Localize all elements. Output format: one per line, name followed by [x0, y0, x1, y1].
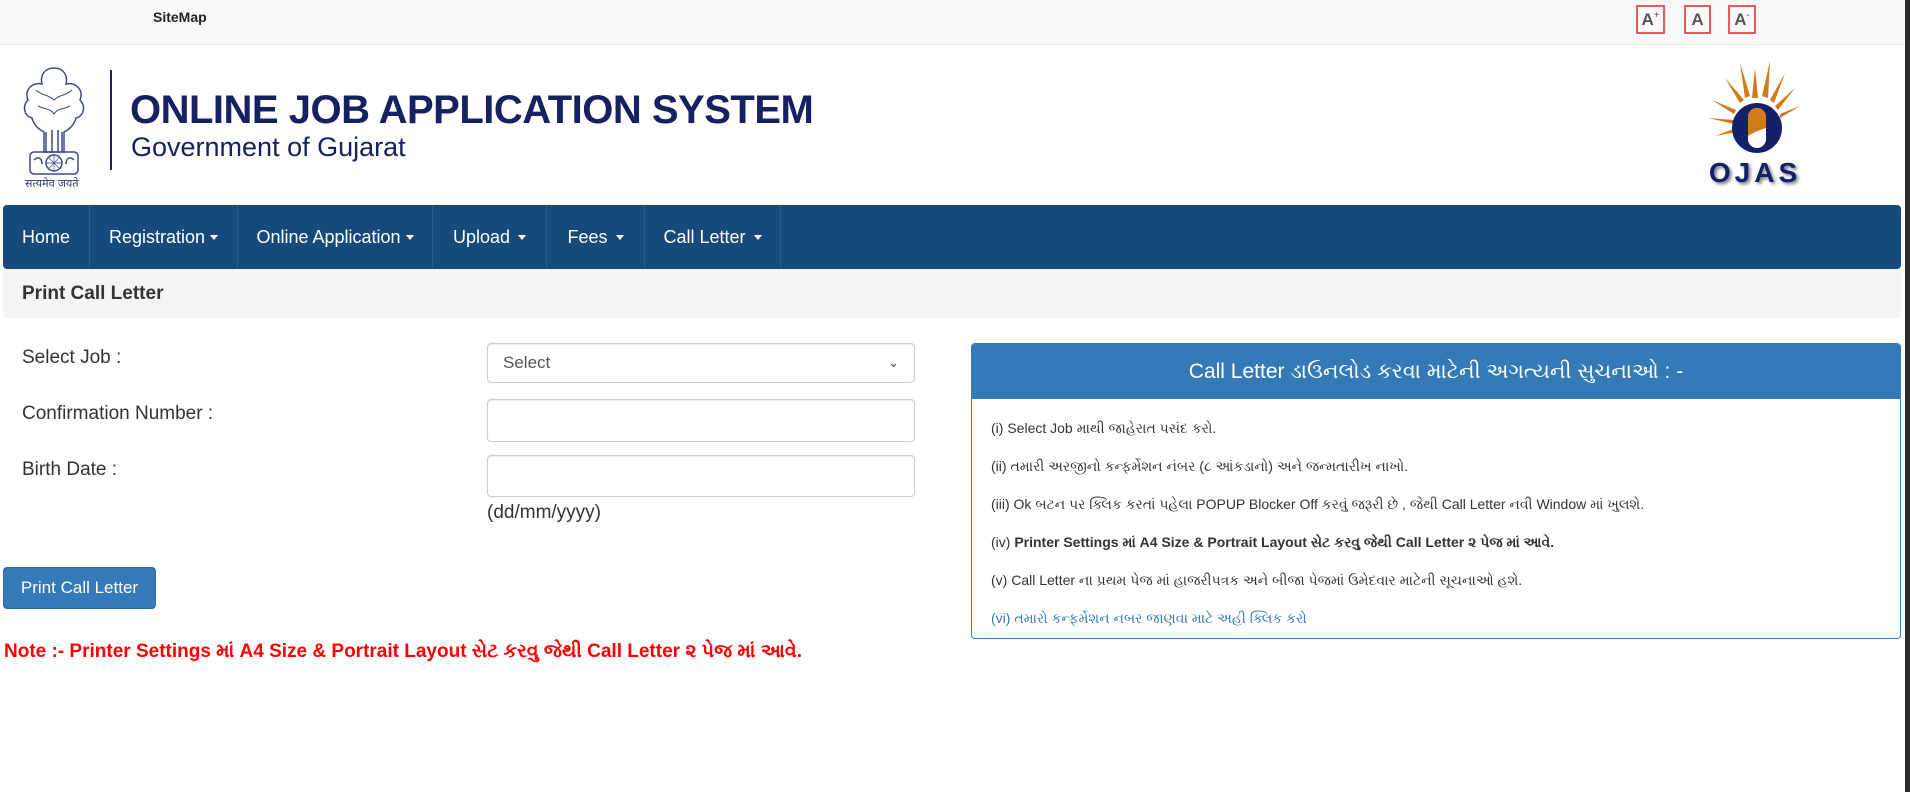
nav-call-letter[interactable]: Call Letter — [645, 205, 781, 269]
instructions-list: (i) Select Job માથી જાહેરાત પસંદ કરો. (i… — [972, 399, 1900, 638]
font-decrease-button[interactable]: A- — [1728, 5, 1756, 34]
instruction-item: (v) Call Letter ના પ્રથમ પેજ માં હાજરીપત… — [991, 571, 1900, 609]
font-normal-button[interactable]: A — [1684, 5, 1711, 34]
site-subtitle: Government of Gujarat — [131, 132, 406, 162]
emblem-caption: सत्यमेव जयते — [25, 178, 79, 190]
birth-date-label: Birth Date : — [22, 459, 118, 480]
nav-call-letter-label: Call Letter — [663, 226, 746, 247]
instruction-text: Printer Settings માં A4 Size & Portrait … — [1014, 534, 1555, 550]
header-divider — [110, 70, 112, 170]
font-increase-sup: + — [1653, 10, 1660, 21]
font-increase-label: A — [1641, 9, 1654, 29]
nav-upload-label: Upload — [452, 226, 511, 247]
caret-down-icon — [210, 234, 219, 240]
instruction-item: (iv) Printer Settings માં A4 Size & Port… — [991, 533, 1900, 571]
instruction-prefix: (v) — [991, 572, 1008, 588]
instruction-prefix: (iii) — [991, 496, 1010, 512]
nav-upload[interactable]: Upload — [433, 205, 547, 269]
nav-registration[interactable]: Registration — [90, 205, 238, 269]
instruction-prefix: (ii) — [991, 458, 1007, 474]
instruction-text: Ok બટન પર ક્લિક કરતાં પહેલા POPUP Blocke… — [1013, 496, 1645, 512]
instructions-panel-title: Call Letter ડાઉનલોડ કરવા માટેની અગત્યની … — [972, 344, 1900, 399]
instruction-prefix: (iv) — [991, 534, 1011, 550]
top-utility-bar: SiteMap A + A A- — [0, 0, 1905, 45]
print-call-letter-button[interactable]: Print Call Letter — [3, 567, 156, 609]
window-edge-scrollbar — [1905, 0, 1910, 792]
caret-down-icon — [518, 234, 527, 240]
instruction-item: (i) Select Job માથી જાહેરાત પસંદ કરો. — [991, 419, 1900, 457]
font-decrease-sup: - — [1746, 10, 1750, 21]
site-title: ONLINE JOB APPLICATION SYSTEM — [130, 88, 814, 132]
instruction-text: Select Job માથી જાહેરાત પસંદ કરો. — [1007, 420, 1217, 436]
nav-home-label: Home — [21, 226, 70, 247]
national-emblem-icon — [23, 67, 85, 175]
instruction-text: તમારી અરજીનો કન્ફર્મેશન નંબર (૮ આંકડાનો)… — [1010, 458, 1409, 474]
birth-date-input[interactable] — [487, 455, 915, 497]
instruction-item: (iii) Ok બટન પર ક્લિક કરતાં પહેલા POPUP … — [991, 495, 1900, 533]
birth-date-format-hint: (dd/mm/yyyy) — [487, 502, 601, 523]
chevron-down-icon: ⌄ — [888, 355, 899, 370]
instruction-prefix: (vi) — [991, 610, 1011, 626]
ojas-logo-text: OJAS — [1709, 157, 1801, 188]
instruction-prefix: (i) — [991, 420, 1004, 436]
caret-down-icon — [405, 234, 414, 240]
instruction-item: (ii) તમારી અરજીનો કન્ફર્મેશન નંબર (૮ આંક… — [991, 457, 1900, 495]
caret-down-icon — [753, 234, 762, 240]
page: SiteMap A + A A- सत्यमेव जयते ONLINE JOB … — [0, 0, 1910, 792]
nav-fees[interactable]: Fees — [547, 205, 645, 269]
instruction-text: તમારો કન્ફર્મેશન નબર જાણવા માટે અહી ક્લિ… — [1014, 610, 1307, 626]
nav-registration-label: Registration — [108, 226, 206, 247]
printer-settings-note: Note :- Printer Settings માં A4 Size & P… — [4, 641, 802, 662]
page-title: Print Call Letter — [22, 283, 164, 304]
main-navbar: Home Registration Online Application Upl… — [3, 205, 1901, 269]
find-confirmation-number-link[interactable]: (vi) તમારો કન્ફર્મેશન નબર જાણવા માટે અહી… — [991, 610, 1307, 626]
page-heading-bar: Print Call Letter — [3, 269, 1901, 318]
ojas-logo-icon: OJAS — [1708, 61, 1801, 188]
nav-online-application-label: Online Application — [256, 226, 401, 247]
instructions-panel: Call Letter ડાઉનલોડ કરવા માટેની અગત્યની … — [971, 343, 1901, 639]
nav-online-application[interactable]: Online Application — [238, 205, 433, 269]
font-increase-button[interactable]: A + — [1636, 5, 1665, 34]
nav-home[interactable]: Home — [3, 205, 90, 269]
select-job-label: Select Job : — [22, 347, 122, 368]
sitemap-link[interactable]: SiteMap — [153, 9, 207, 25]
instruction-item: (vi) તમારો કન્ફર્મેશન નબર જાણવા માટે અહી… — [991, 609, 1900, 638]
confirmation-number-input[interactable] — [487, 399, 915, 442]
nav-fees-label: Fees — [567, 226, 608, 247]
select-job-value: Select — [503, 353, 551, 372]
select-job-dropdown[interactable]: Select ⌄ — [487, 343, 915, 383]
caret-down-icon — [615, 234, 624, 240]
font-normal-label: A — [1691, 9, 1704, 29]
font-decrease-label: A — [1734, 9, 1747, 29]
confirmation-number-label: Confirmation Number : — [22, 403, 214, 424]
instruction-text: Call Letter ના પ્રથમ પેજ માં હાજરીપત્રક … — [1011, 572, 1523, 588]
